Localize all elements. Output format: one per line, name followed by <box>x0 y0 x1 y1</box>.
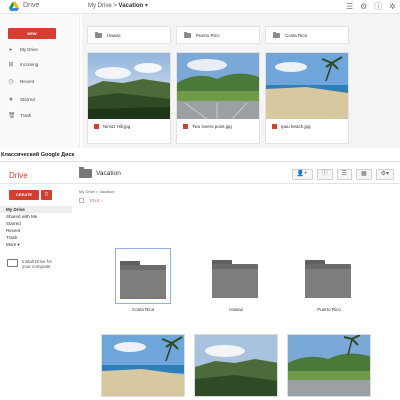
app-name: Drive <box>9 171 28 180</box>
install-text: Install Drive for your computer <box>22 259 52 269</box>
file-grid: Hawaii Puerto Rico Costa Rica Nimitz Hil… <box>82 14 400 148</box>
folder-card-puerto-rico[interactable]: Puerto Rico <box>176 26 260 44</box>
folder-tile-puerto-rico[interactable] <box>301 248 357 304</box>
folder-label: Puerto Rico <box>196 32 220 38</box>
photo-thumbnail-lawn[interactable] <box>287 334 371 397</box>
page-title: Vacation <box>96 170 121 177</box>
sidebar-item-shared[interactable]: Shared with Me <box>0 213 72 220</box>
folder-tile-hawaii[interactable] <box>208 248 264 304</box>
top-bar: Drive My Drive > Vacation ▾ ☰ ⚙ ⓘ ✲ <box>0 0 400 14</box>
file-card-ipau-beach[interactable]: Ipau beach.jpg <box>265 52 349 144</box>
file-label: Nimitz Hill.jpg <box>103 124 131 129</box>
sidebar-item-label: Recent <box>20 79 35 84</box>
create-button[interactable]: CREATE <box>9 190 39 200</box>
folder-icon <box>184 31 191 38</box>
install-line-2: your computer <box>22 264 51 269</box>
select-all-checkbox[interactable] <box>79 198 84 204</box>
folder-icon <box>95 31 102 38</box>
sort-label[interactable]: TITLE ↑ <box>89 198 103 203</box>
image-file-icon <box>183 124 188 129</box>
settings-icon[interactable]: ✲ <box>389 1 396 12</box>
classic-toolbar: 👤+ ⓘ ☰ ▦ ⚙▾ <box>291 169 394 180</box>
breadcrumb[interactable]: My Drive > Vacation ▾ <box>88 2 148 9</box>
folder-card-hawaii[interactable]: Hawaii <box>87 26 171 44</box>
folder-label: Puerto Rico <box>317 307 341 312</box>
folder-label: Costa Rica <box>285 32 308 38</box>
gear-icon[interactable]: ⚙ <box>360 1 367 12</box>
file-name: Ipau beach.jpg <box>272 124 311 129</box>
photo-thumbnail-hills[interactable] <box>194 334 278 397</box>
info-icon[interactable]: ⓘ <box>374 1 382 12</box>
file-label: Ipau beach.jpg <box>281 124 311 129</box>
folder-label: Costa Rica <box>131 307 154 312</box>
sidebar-item-label: Incoming <box>20 62 39 67</box>
image-file-icon <box>94 124 99 129</box>
starred-icon: ★ <box>8 97 14 103</box>
sidebar-item-my-drive[interactable]: My Drive <box>0 206 72 213</box>
sidebar-item-trash[interactable]: Trash <box>0 234 72 241</box>
breadcrumb[interactable]: My Drive > Vacation <box>79 189 115 194</box>
folder-icon <box>273 31 280 38</box>
section-label: Классический Google Диск <box>1 152 75 158</box>
sidebar-item-starred[interactable]: Starred <box>0 220 72 227</box>
grid-view-icon[interactable]: ▦ <box>355 169 372 180</box>
list-view-icon[interactable]: ☰ <box>336 169 352 180</box>
app-name: Drive <box>23 2 40 9</box>
photo-thumbnail <box>177 53 259 119</box>
top-toolbar: ☰ ⚙ ⓘ ✲ <box>346 1 396 12</box>
sidebar-item-starred[interactable]: ★ Starred <box>8 94 78 105</box>
folder-label: Hawaii <box>107 32 121 38</box>
computer-icon <box>7 259 18 267</box>
breadcrumb-separator: > <box>113 3 117 9</box>
info-icon[interactable]: ⓘ <box>316 169 333 180</box>
breadcrumb-root[interactable]: My Drive <box>88 3 112 9</box>
divider <box>0 183 400 184</box>
photo-thumbnail-beach[interactable] <box>101 334 185 397</box>
sidebar-item-label: Trash <box>20 113 32 118</box>
photo-thumbnail <box>266 53 348 119</box>
add-person-icon[interactable]: 👤+ <box>291 169 313 180</box>
sidebar-item-my-drive[interactable]: ▸ My Drive <box>8 44 78 55</box>
sort-header[interactable]: TITLE ↑ <box>79 198 103 204</box>
recent-icon: ◷ <box>8 79 14 85</box>
photo-thumbnail <box>88 53 170 119</box>
file-card-nimitz-hill[interactable]: Nimitz Hill.jpg <box>87 52 171 144</box>
folder-tile-costa-rica[interactable] <box>115 248 171 304</box>
sidebar-item-incoming[interactable]: ⊞ Incoming <box>8 59 78 70</box>
sidebar-item-more[interactable]: More ▾ <box>0 241 72 248</box>
file-card-two-lovers-point[interactable]: Two lovers point.jpg <box>176 52 260 144</box>
file-label: Two lovers point.jpg <box>192 124 232 129</box>
chevron-down-icon[interactable]: ▾ <box>145 3 148 9</box>
breadcrumb-current[interactable]: Vacation <box>119 3 144 9</box>
file-name: Two lovers point.jpg <box>183 124 232 129</box>
list-view-icon[interactable]: ☰ <box>346 1 353 12</box>
folder-label: Hawaii <box>229 307 243 312</box>
incoming-icon: ⊞ <box>8 62 14 68</box>
upload-icon[interactable]: ⇧ <box>41 190 52 200</box>
install-drive-link[interactable]: Install Drive for your computer <box>7 259 52 269</box>
trash-icon: 🗑 <box>8 113 16 119</box>
file-name: Nimitz Hill.jpg <box>94 124 130 129</box>
image-file-icon <box>272 124 277 129</box>
gear-icon[interactable]: ⚙▾ <box>375 169 394 180</box>
folder-icon <box>79 167 92 178</box>
drive-logo-icon <box>9 2 19 11</box>
sidebar-item-label: My Drive <box>20 47 38 52</box>
new-button[interactable]: NEW <box>8 28 56 39</box>
sidebar-item-label: Starred <box>20 97 35 102</box>
sidebar: NEW ▸ My Drive ⊞ Incoming ◷ Recent ★ Sta… <box>0 14 80 148</box>
sidebar-item-recent[interactable]: ◷ Recent <box>8 76 78 87</box>
classic-drive-panel: Drive Vacation 👤+ ⓘ ☰ ▦ ⚙▾ CREATE ⇧ My D… <box>0 161 400 400</box>
sidebar-item-recent[interactable]: Recent <box>0 227 72 234</box>
my-drive-icon: ▸ <box>9 47 13 53</box>
folder-card-costa-rica[interactable]: Costa Rica <box>265 26 349 44</box>
sidebar-item-trash[interactable]: 🗑 Trash <box>8 110 78 121</box>
new-drive-panel: Drive My Drive > Vacation ▾ ☰ ⚙ ⓘ ✲ NEW … <box>0 0 400 148</box>
